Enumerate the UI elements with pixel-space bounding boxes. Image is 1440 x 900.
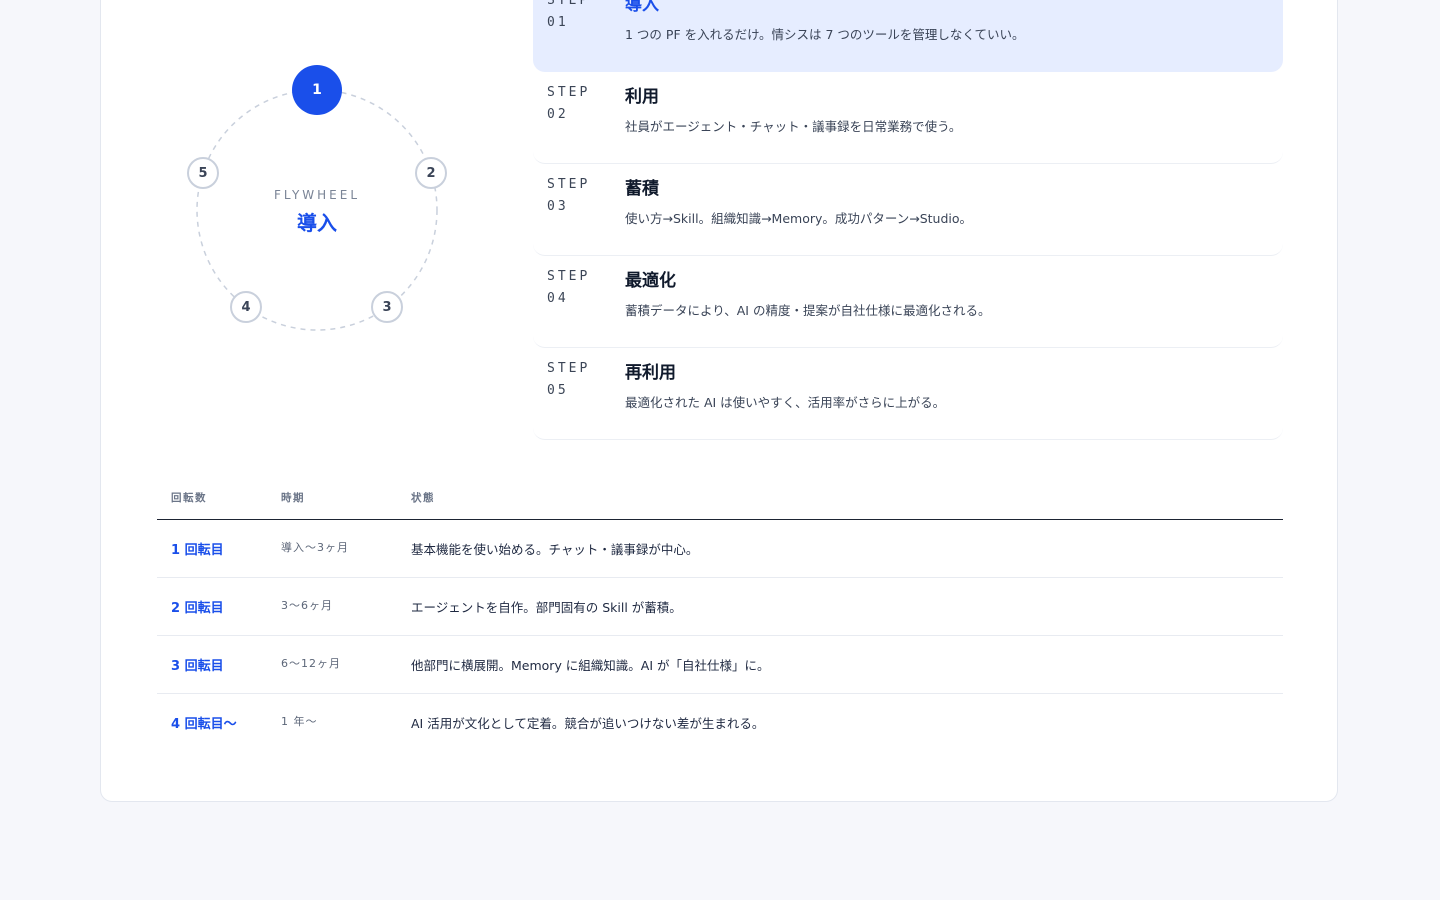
header-round: 回転数 — [171, 492, 207, 504]
flywheel-node-3[interactable]: 3 — [371, 291, 403, 323]
flywheel-node-5[interactable]: 5 — [187, 157, 219, 189]
step-number: STEP 03 — [547, 177, 591, 214]
table-row: 1 回転目 導入〜3ヶ月 基本機能を使い始める。チャット・議事録が中心。 — [157, 520, 1283, 578]
cell-state: 基本機能を使い始める。チャット・議事録が中心。 — [411, 542, 699, 557]
step-number: STEP 05 — [547, 361, 591, 398]
step-description: 最適化された AI は使いやすく、活用率がさらに上がる。 — [625, 395, 946, 410]
cell-period: 3〜6ヶ月 — [281, 599, 333, 612]
step-number: STEP 02 — [547, 85, 591, 122]
step-title: 最適化 — [625, 271, 676, 291]
cell-round: 1 回転目 — [171, 543, 224, 558]
flywheel-node-2[interactable]: 2 — [415, 157, 447, 189]
cell-state: エージェントを自作。部門固有の Skill が蓄積。 — [411, 600, 682, 615]
step-title: 再利用 — [625, 363, 676, 383]
step-item-04[interactable]: STEP 04 最適化 蓄積データにより、AI の精度・提案が自社仕様に最適化され… — [533, 256, 1283, 348]
cell-period: 1 年〜 — [281, 715, 318, 728]
flywheel-node-1[interactable]: 1 — [292, 65, 342, 115]
step-description: 1 つの PF を入れるだけ。情シスは 7 つのツールを管理しなくていい。 — [625, 27, 1025, 42]
step-number: STEP 01 — [547, 0, 591, 30]
table-row: 3 回転目 6〜12ヶ月 他部門に横展開。Memory に組織知識。AI が「自… — [157, 636, 1283, 694]
table-row: 2 回転目 3〜6ヶ月 エージェントを自作。部門固有の Skill が蓄積。 — [157, 578, 1283, 636]
cell-round: 4 回転目〜 — [171, 717, 237, 732]
cell-period: 6〜12ヶ月 — [281, 657, 341, 670]
step-description: 蓄積データにより、AI の精度・提案が自社仕様に最適化される。 — [625, 303, 991, 318]
table-header: 回転数 時期 状態 — [157, 480, 1283, 520]
step-title: 利用 — [625, 87, 659, 107]
header-state: 状態 — [411, 492, 435, 504]
step-title: 導入 — [625, 0, 659, 15]
flywheel-node-4[interactable]: 4 — [230, 291, 262, 323]
header-period: 時期 — [281, 492, 305, 504]
table-row: 4 回転目〜 1 年〜 AI 活用が文化として定着。競合が追いつけない差が生まれ… — [157, 694, 1283, 751]
step-item-03[interactable]: STEP 03 蓄積 使い方→Skill。組織知識→Memory。成功パターン→S… — [533, 164, 1283, 256]
cell-period: 導入〜3ヶ月 — [281, 541, 349, 554]
cell-state: AI 活用が文化として定着。競合が追いつけない差が生まれる。 — [411, 716, 765, 731]
step-description: 使い方→Skill。組織知識→Memory。成功パターン→Studio。 — [625, 211, 973, 226]
step-item-01[interactable]: STEP 01 導入 1 つの PF を入れるだけ。情シスは 7 つのツールを管理… — [533, 0, 1283, 72]
rotation-table: 回転数 時期 状態 1 回転目 導入〜3ヶ月 基本機能を使い始める。チャット・議… — [157, 480, 1283, 751]
step-item-02[interactable]: STEP 02 利用 社員がエージェント・チャット・議事録を日常業務で使う。 — [533, 72, 1283, 164]
step-item-05[interactable]: STEP 05 再利用 最適化された AI は使いやすく、活用率がさらに上がる。 — [533, 348, 1283, 440]
step-number: STEP 04 — [547, 269, 591, 306]
cell-round: 3 回転目 — [171, 659, 224, 674]
cell-state: 他部門に横展開。Memory に組織知識。AI が「自社仕様」に。 — [411, 658, 770, 673]
cell-round: 2 回転目 — [171, 601, 224, 616]
step-description: 社員がエージェント・チャット・議事録を日常業務で使う。 — [625, 119, 962, 134]
step-title: 蓄積 — [625, 179, 659, 199]
